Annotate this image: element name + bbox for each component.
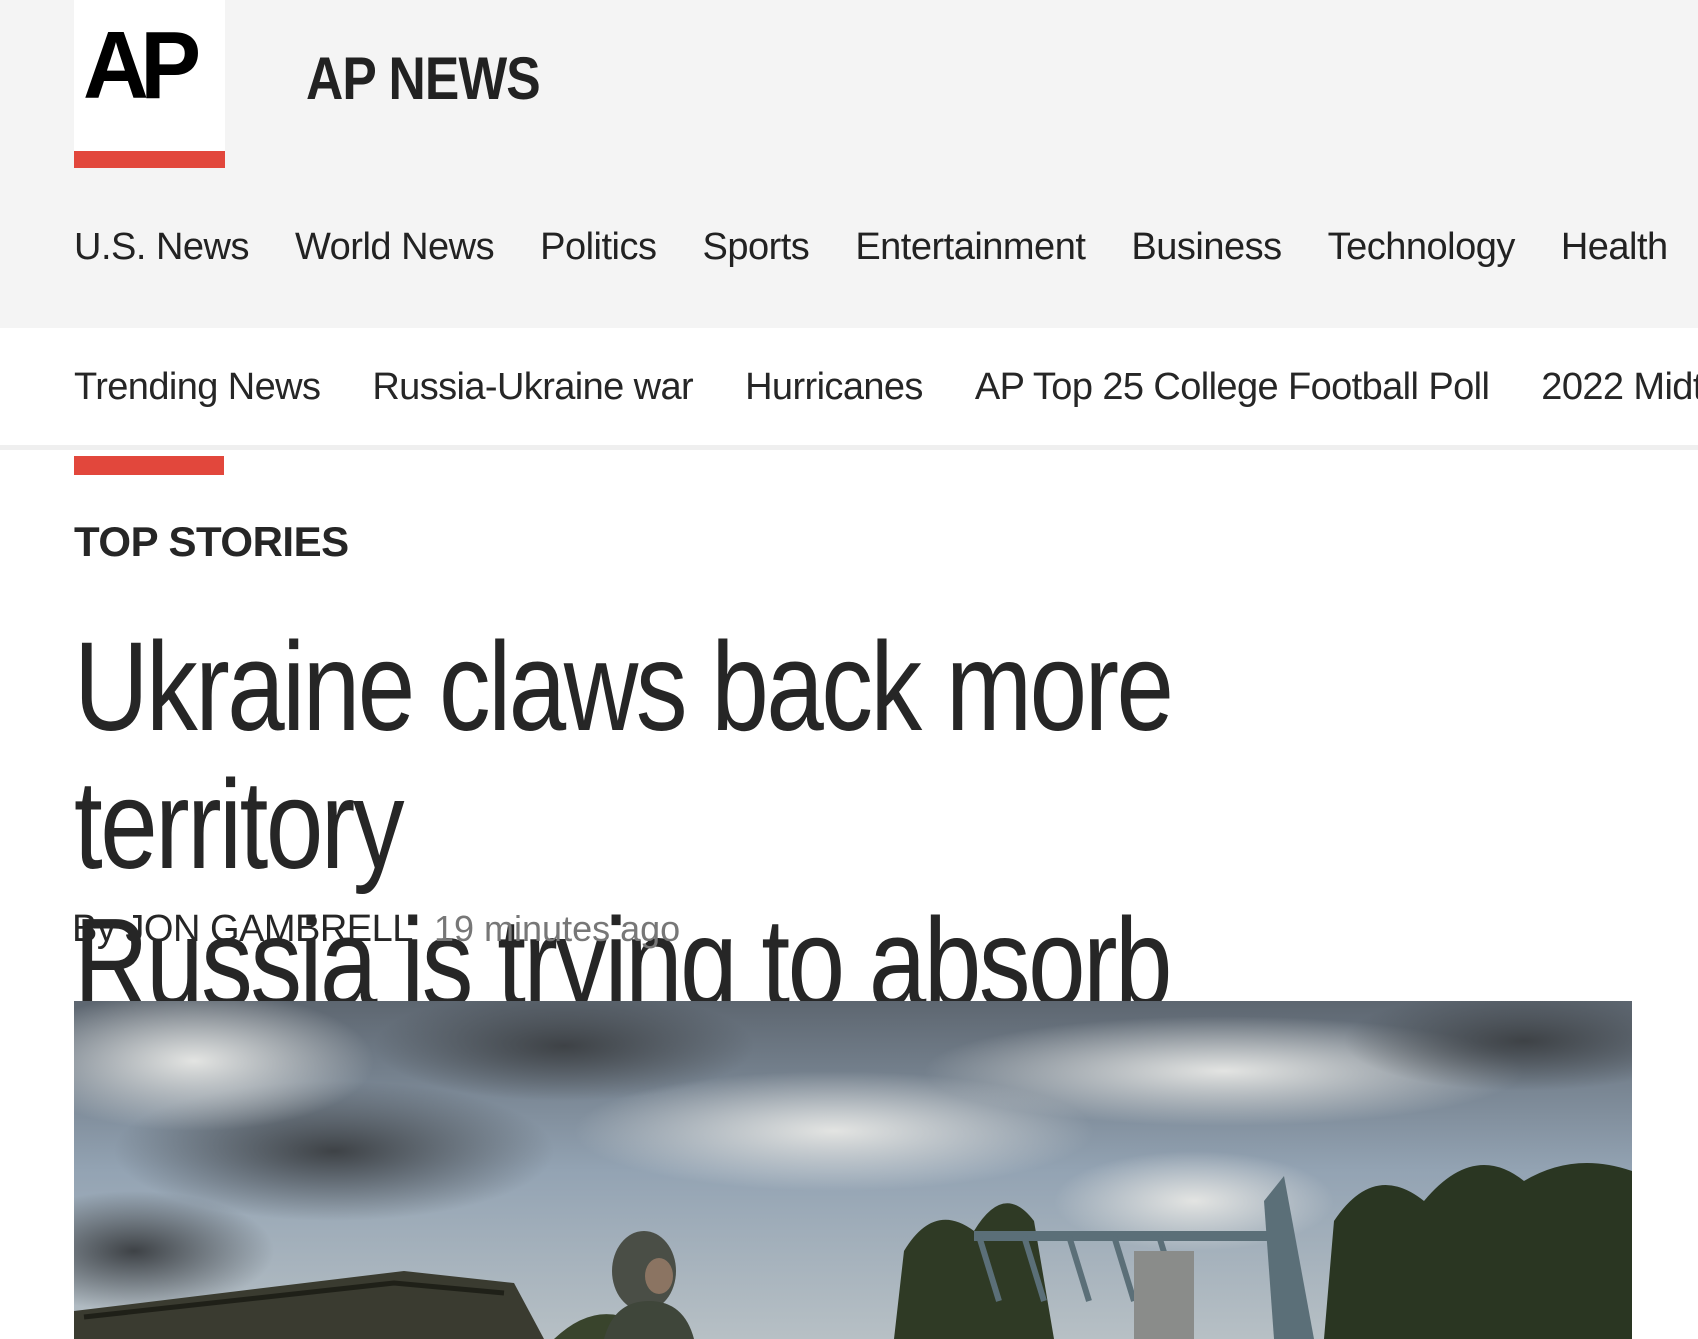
headline-line-1: Ukraine claws back more territory — [74, 616, 1174, 895]
lead-photo[interactable] — [74, 1001, 1632, 1339]
logo-accent-bar — [74, 151, 225, 168]
nav-item-world-news[interactable]: World News — [295, 226, 495, 269]
section-accent-bar — [74, 456, 224, 475]
nav-item-sports[interactable]: Sports — [702, 226, 809, 269]
trending-item-russia-ukraine-war[interactable]: Russia-Ukraine war — [372, 366, 693, 409]
trending-item-trending-news[interactable]: Trending News — [74, 366, 321, 409]
nav-item-health[interactable]: Health — [1561, 226, 1668, 269]
trending-item-ap-top-25[interactable]: AP Top 25 College Football Poll — [975, 366, 1490, 409]
primary-nav: U.S. News World News Politics Sports Ent… — [74, 222, 1698, 272]
timestamp: 19 minutes ago — [434, 908, 681, 949]
nav-item-business[interactable]: Business — [1131, 226, 1282, 269]
lead-photo-image — [74, 1001, 1632, 1339]
section-label-top-stories: TOP STORIES — [74, 518, 349, 565]
ap-logo[interactable]: AP — [74, 0, 225, 168]
site-name-link[interactable]: AP NEWS — [306, 48, 541, 110]
nav-item-technology[interactable]: Technology — [1328, 226, 1516, 269]
site-header: AP AP NEWS U.S. News World News Politics… — [0, 0, 1698, 328]
headline: Ukraine claws back more territory Russia… — [74, 618, 1353, 1032]
ap-logo-text: AP — [83, 12, 201, 119]
headline-link[interactable]: Ukraine claws back more territory Russia… — [74, 616, 1174, 1033]
trending-item-hurricanes[interactable]: Hurricanes — [745, 366, 923, 409]
nav-item-us-news[interactable]: U.S. News — [74, 226, 249, 269]
nav-item-entertainment[interactable]: Entertainment — [855, 226, 1086, 269]
trending-item-2022-midterms[interactable]: 2022 Midter — [1541, 366, 1698, 409]
trending-nav-items: Trending News Russia-Ukraine war Hurrica… — [74, 366, 1698, 409]
byline: By JON GAMBRELL — [72, 908, 413, 950]
trending-nav: Trending News Russia-Ukraine war Hurrica… — [0, 328, 1698, 450]
nav-item-politics[interactable]: Politics — [540, 226, 657, 269]
